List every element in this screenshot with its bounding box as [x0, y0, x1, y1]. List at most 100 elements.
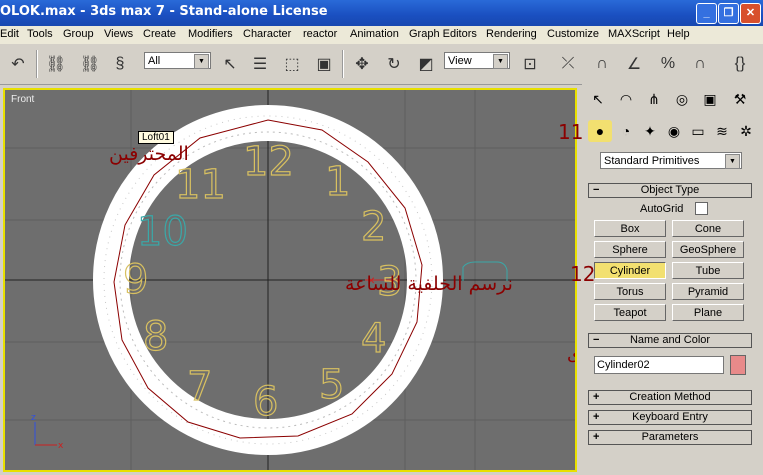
object-tooltip: Loft01	[138, 131, 174, 144]
lights-category-icon[interactable]: ✦	[638, 120, 662, 142]
object-type-rollout[interactable]: − Object Type	[588, 183, 752, 198]
menu-edit[interactable]: Edit	[0, 28, 19, 40]
center-annotation: نرسم الخلفية للساعة	[345, 273, 513, 295]
cone-button[interactable]: Cone	[672, 220, 744, 237]
select-by-name-icon[interactable]: ☰	[248, 52, 272, 76]
snap-3d-icon[interactable]: ∩	[590, 52, 614, 76]
name-and-color-rollout[interactable]: − Name and Color	[588, 333, 752, 348]
window-crossing-icon[interactable]: ▣	[312, 52, 336, 76]
bind-space-warp-icon[interactable]: §	[108, 52, 132, 76]
clock-number-5: 5	[319, 362, 344, 408]
select-and-rotate-icon[interactable]: ↻	[382, 52, 406, 76]
menu-rendering[interactable]: Rendering	[486, 28, 537, 40]
clock-number-12: 12	[243, 139, 294, 185]
menu-help[interactable]: Help	[667, 28, 690, 40]
axis-z-label: z	[31, 413, 36, 423]
unlink-icon[interactable]: ⛓	[78, 52, 102, 76]
box-button[interactable]: Box	[594, 220, 666, 237]
menu-views[interactable]: Views	[104, 28, 133, 40]
pivot-center-icon[interactable]: ⊡	[518, 52, 542, 76]
maximize-button[interactable]: ❐	[718, 3, 739, 24]
keyboard-entry-rollout[interactable]: + Keyboard Entry	[588, 410, 752, 425]
modify-tab-icon[interactable]: ◠	[614, 88, 638, 110]
tube-button[interactable]: Tube	[672, 262, 744, 279]
menu-maxscript[interactable]: MAXScript	[608, 28, 660, 40]
object-color-swatch[interactable]	[730, 355, 746, 375]
geometry-category-icon[interactable]: ●	[588, 120, 612, 142]
menu-modifiers[interactable]: Modifiers	[188, 28, 233, 40]
menu-create[interactable]: Create	[143, 28, 176, 40]
clock-number-9: 9	[123, 257, 148, 303]
bottom-right-annotation: المبتدى	[567, 344, 575, 365]
angle-snap-icon[interactable]: ∠	[622, 52, 646, 76]
clock-number-8: 8	[143, 314, 168, 360]
helpers-category-icon[interactable]: ▭	[686, 120, 710, 142]
object-type-title: Object Type	[640, 184, 700, 196]
reference-coordinate-dropdown[interactable]: View ▼	[444, 52, 510, 69]
keyboard-entry-title: Keyboard Entry	[632, 411, 708, 423]
mirror-icon[interactable]: ⤫	[556, 52, 580, 76]
expand-icon: +	[593, 411, 600, 423]
main-toolbar: ↶ ⛓ ⛓ § All ▼ ↖ ☰ ⬚ ▣ ✥ ↻ ◩ View ▼ ⊡ ⤫ ∩…	[0, 44, 763, 85]
space-warps-category-icon[interactable]: ≋	[710, 120, 734, 142]
selection-filter-dropdown[interactable]: All ▼	[144, 52, 211, 69]
spinner-snap-icon[interactable]: ∩	[688, 52, 712, 76]
axis-x-label: x	[58, 441, 64, 451]
cameras-category-icon[interactable]: ◉	[662, 120, 686, 142]
autogrid-checkbox[interactable]	[695, 202, 708, 215]
shapes-category-icon[interactable]: ◔	[614, 120, 638, 142]
systems-category-icon[interactable]: ✲	[734, 120, 758, 142]
viewport-canvas: ✕ 12 1 2 3 4 5 6 7 8 9 10 11 نرسم الخلفي…	[5, 90, 575, 470]
parameters-rollout[interactable]: + Parameters	[588, 430, 752, 445]
display-tab-icon[interactable]: ▣	[698, 88, 722, 110]
motion-tab-icon[interactable]: ◎	[670, 88, 694, 110]
select-and-scale-icon[interactable]: ◩	[414, 52, 438, 76]
collapse-icon: −	[593, 184, 600, 196]
clock-number-7: 7	[187, 364, 212, 410]
expand-icon: +	[593, 431, 600, 443]
clock-number-4: 4	[361, 316, 386, 362]
toolbar-separator	[36, 50, 38, 78]
object-name-input[interactable]	[594, 356, 724, 374]
name-and-color-title: Name and Color	[629, 334, 711, 346]
create-tab-icon[interactable]: ↖	[586, 88, 610, 110]
teapot-button[interactable]: Teapot	[594, 304, 666, 321]
menu-character[interactable]: Character	[243, 28, 291, 40]
sphere-button[interactable]: Sphere	[594, 241, 666, 258]
step-annotation-11: 11	[558, 120, 584, 144]
chevron-down-icon: ▼	[725, 154, 740, 169]
select-object-icon[interactable]: ↖	[218, 52, 242, 76]
plane-button[interactable]: Plane	[672, 304, 744, 321]
creation-method-rollout[interactable]: + Creation Method	[588, 390, 752, 405]
clock-number-6: 6	[253, 379, 278, 425]
named-selection-icon[interactable]: {}	[728, 52, 752, 76]
percent-snap-icon[interactable]: %	[656, 52, 680, 76]
menu-graph-editors[interactable]: Graph Editors	[409, 28, 477, 40]
object-category-dropdown[interactable]: Standard Primitives ▼	[600, 152, 742, 169]
command-panel: ↖ ◠ ⋔ ◎ ▣ ⚒ 11 ● ◔ ✦ ◉ ▭ ≋ ✲ Standard Pr…	[558, 84, 763, 475]
cylinder-button[interactable]: Cylinder	[594, 262, 666, 279]
object-category-value: Standard Primitives	[604, 155, 700, 167]
reference-coordinate-value: View	[448, 55, 472, 67]
clock-number-11: 11	[175, 162, 226, 208]
clock-number-1: 1	[325, 159, 350, 205]
parameters-title: Parameters	[641, 431, 699, 443]
hierarchy-tab-icon[interactable]: ⋔	[642, 88, 666, 110]
front-viewport[interactable]: Front ✕ 12 1 2 3 4 5 6 7 8 9 10 11 نرسم …	[3, 88, 577, 472]
pyramid-button[interactable]: Pyramid	[672, 283, 744, 300]
menu-bar: Edit Tools Group Views Create Modifiers …	[0, 26, 763, 44]
menu-group[interactable]: Group	[63, 28, 94, 40]
menu-customize[interactable]: Customize	[547, 28, 599, 40]
minimize-button[interactable]: _	[696, 3, 717, 24]
undo-icon[interactable]: ↶	[6, 52, 30, 76]
geosphere-button[interactable]: GeoSphere	[672, 241, 744, 258]
rectangular-selection-icon[interactable]: ⬚	[280, 52, 304, 76]
utilities-tab-icon[interactable]: ⚒	[728, 88, 752, 110]
menu-tools[interactable]: Tools	[27, 28, 53, 40]
torus-button[interactable]: Torus	[594, 283, 666, 300]
select-and-move-icon[interactable]: ✥	[350, 52, 374, 76]
close-button[interactable]: ✕	[740, 3, 761, 24]
menu-reactor[interactable]: reactor	[303, 28, 337, 40]
select-and-link-icon[interactable]: ⛓	[44, 52, 68, 76]
menu-animation[interactable]: Animation	[350, 28, 399, 40]
